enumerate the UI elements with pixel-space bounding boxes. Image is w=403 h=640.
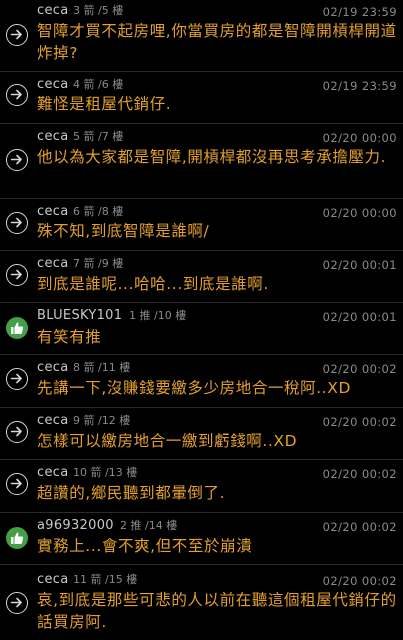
divider [0, 512, 403, 513]
comment-timestamp: 02/20 00:00 [322, 131, 397, 145]
comment-text: 他以為大家都是智障,開槓桿都沒再思考承擔壓力. [37, 148, 387, 166]
comment-username[interactable]: ceca [37, 77, 68, 93]
comment-username[interactable]: ceca [37, 465, 68, 481]
arrow-right-circle-icon[interactable] [6, 368, 28, 390]
comment-timestamp: 02/19 23:59 [322, 5, 397, 19]
divider [0, 123, 403, 124]
arrow-right-circle-icon[interactable] [6, 473, 28, 495]
comment-timestamp: 02/20 00:02 [322, 415, 397, 429]
comment-timestamp: 02/19 23:59 [322, 79, 397, 93]
comment-text: 有笑有推 [37, 328, 102, 346]
comment-floor: 3 箭 /5 樓 [73, 4, 124, 17]
comment-timestamp: 02/20 00:02 [322, 467, 397, 481]
divider [0, 459, 403, 460]
arrow-right-circle-icon[interactable] [6, 84, 28, 106]
divider [0, 302, 403, 303]
arrow-right-circle-icon[interactable] [6, 212, 28, 234]
comment-username[interactable]: ceca [37, 413, 68, 429]
comment-floor: 4 箭 /6 樓 [73, 78, 124, 91]
arrow-right-circle-icon[interactable] [6, 421, 28, 443]
comment-username[interactable]: ceca [37, 360, 68, 376]
comment-text: 智障才買不起房哩,你當買房的都是智障開槓桿開道炸掉? [37, 22, 397, 62]
comment-timestamp: 02/20 00:02 [322, 520, 397, 534]
comment-timestamp: 02/20 00:00 [322, 206, 397, 220]
comment-text: 超讚的,鄉民聽到都暈倒了. [37, 484, 226, 502]
comment-floor: 2 推 /14 樓 [120, 519, 178, 532]
comment-username[interactable]: ceca [37, 129, 68, 145]
comment-username[interactable]: ceca [37, 3, 68, 19]
arrow-right-circle-icon[interactable] [6, 149, 28, 171]
comment-username[interactable]: ceca [37, 204, 68, 220]
comment-floor: 11 箭 /15 樓 [73, 573, 138, 586]
comment-text: 到底是誰呢...哈哈...到底是誰啊. [37, 275, 269, 293]
comment-username[interactable]: a96932000 [37, 518, 114, 534]
arrow-right-circle-icon[interactable] [6, 24, 28, 46]
divider [0, 250, 403, 251]
comment-floor: 5 箭 /7 樓 [73, 130, 124, 143]
comment-floor: 7 箭 /9 樓 [73, 257, 124, 270]
divider [0, 564, 403, 565]
comment-floor: 8 箭 /11 樓 [73, 361, 131, 374]
comment-username[interactable]: ceca [37, 572, 68, 588]
thumbs-up-icon[interactable] [6, 317, 28, 339]
comment-text: 先講一下,沒賺錢要繳多少房地合一稅阿..XD [37, 379, 352, 397]
comment-text: 怎樣可以繳房地合一繳到虧錢啊..XD [37, 432, 298, 450]
divider [0, 407, 403, 408]
comment-timestamp: 02/20 00:01 [322, 310, 397, 324]
arrow-right-circle-icon[interactable] [6, 592, 28, 614]
comment-text: 實務上...會不爽,但不至於崩潰 [37, 537, 253, 555]
comment-username[interactable]: ceca [37, 256, 68, 272]
comment-floor: 1 推 /10 樓 [129, 309, 187, 322]
comment-timestamp: 02/20 00:02 [322, 574, 397, 588]
arrow-right-circle-icon[interactable] [6, 264, 28, 286]
comment-text: 殊不知,到底智障是誰啊/ [37, 222, 210, 240]
comment-floor: 10 箭 /13 樓 [73, 466, 138, 479]
comment-floor: 9 箭 /12 樓 [73, 414, 131, 427]
comment-text: 難怪是租屋代銷仔. [37, 95, 172, 113]
comment-text: 哀,到底是那些可悲的人以前在聽這個租屋代銷仔的話買房阿. [37, 591, 397, 631]
comment-timestamp: 02/20 00:02 [322, 362, 397, 376]
comment-username[interactable]: BLUESKY101 [37, 308, 122, 324]
comment-floor: 6 箭 /8 樓 [73, 205, 124, 218]
comment-timestamp: 02/20 00:01 [322, 258, 397, 272]
comment-list: ceca 3 箭 /5 樓 02/19 23:59 智障才買不起房哩,你當買房的… [0, 0, 403, 640]
divider [0, 198, 403, 199]
thumbs-up-icon[interactable] [6, 527, 28, 549]
divider [0, 354, 403, 355]
divider [0, 71, 403, 72]
